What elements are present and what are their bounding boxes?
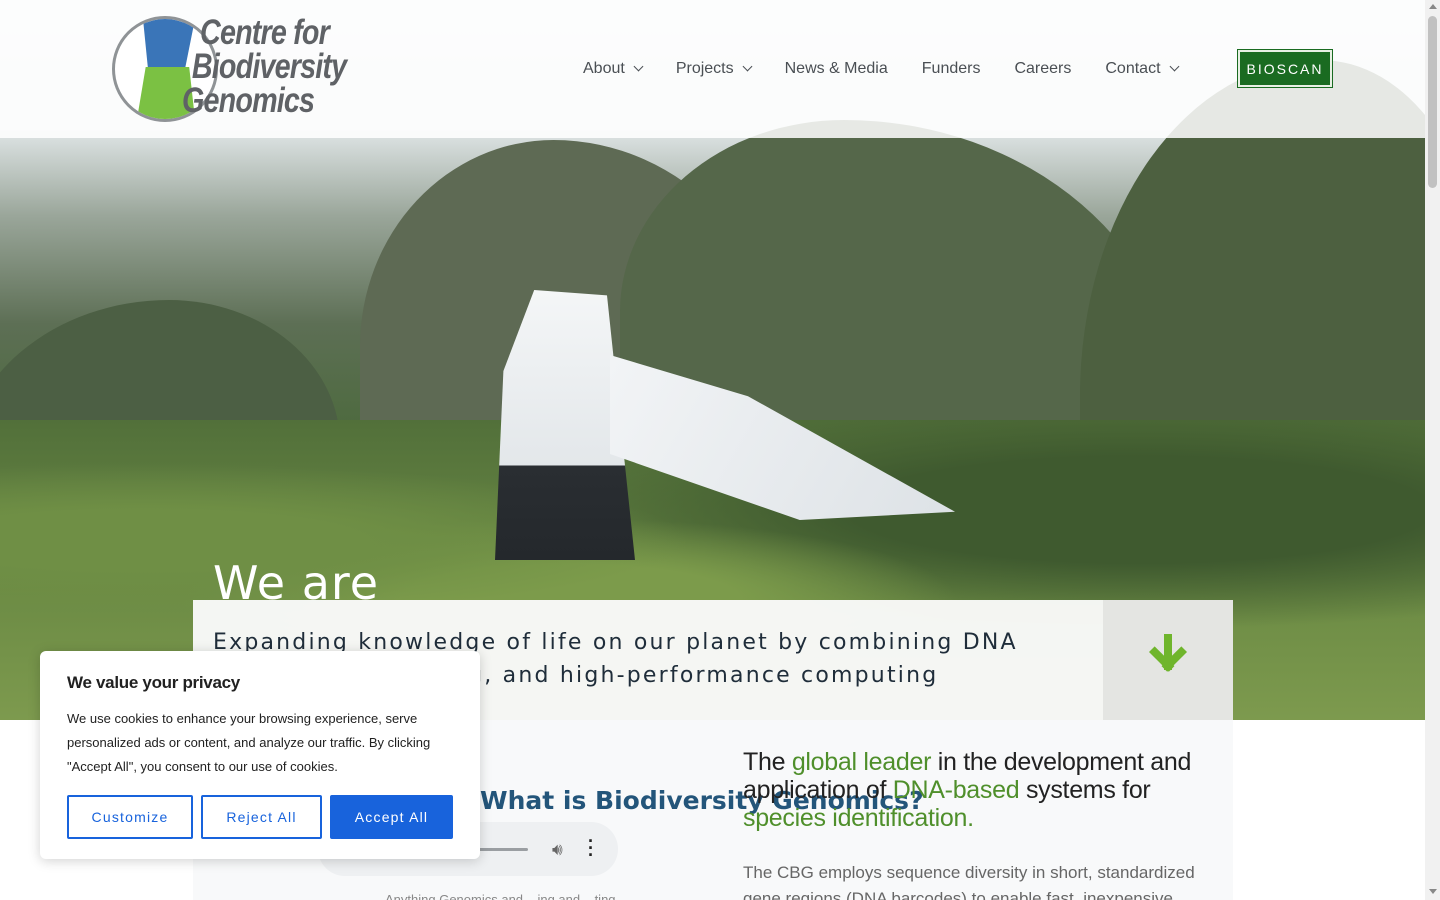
- scroll-up-icon[interactable]: [1429, 4, 1437, 9]
- chevron-down-icon: [742, 61, 753, 72]
- scroll-down-button[interactable]: [1103, 600, 1233, 720]
- volume-icon[interactable]: 🔊︎: [552, 840, 563, 860]
- scroll-down-icon[interactable]: [1429, 889, 1437, 894]
- nav-item-contact[interactable]: Contact: [1105, 58, 1179, 80]
- bioscan-button[interactable]: BIOSCAN: [1238, 50, 1332, 87]
- chevron-down-icon: [1169, 61, 1179, 72]
- logo-text: Centre for Biodiversity Genomics: [182, 13, 347, 120]
- body-paragraph: The CBG employs sequence diversity in sh…: [743, 863, 1195, 900]
- site-logo[interactable]: Centre for Biodiversity Genomics: [112, 13, 372, 124]
- more-vertical-icon[interactable]: · · ·: [588, 832, 594, 864]
- chevron-down-icon: [633, 61, 644, 72]
- transcript-snippet: Anything Genomics and ...ing and ...ting…: [385, 892, 630, 900]
- cookie-consent-banner: We value your privacy We use cookies to …: [40, 651, 480, 859]
- nav-item-about[interactable]: About: [583, 58, 644, 80]
- reject-all-button[interactable]: Reject All: [201, 795, 322, 839]
- cookie-title: We value your privacy: [67, 673, 240, 692]
- arrow-down-icon: [1147, 634, 1189, 678]
- accept-all-button[interactable]: Accept All: [330, 795, 453, 839]
- cookie-description: We use cookies to enhance your browsing …: [67, 711, 431, 774]
- site-header: Centre for Biodiversity Genomics About P…: [0, 0, 1425, 138]
- lead-statement: The global leader in the development and…: [743, 748, 1192, 832]
- nav-item-funders[interactable]: Funders: [922, 58, 981, 80]
- nav-item-news-media[interactable]: News & Media: [785, 58, 888, 80]
- nav-item-projects[interactable]: Projects: [676, 58, 753, 80]
- scroll-thumb[interactable]: [1428, 16, 1437, 188]
- nav-item-careers[interactable]: Careers: [1014, 58, 1071, 80]
- customize-button[interactable]: Customize: [67, 795, 193, 839]
- page-scrollbar[interactable]: [1425, 0, 1440, 900]
- main-nav: About Projects News & Media Funders Care…: [583, 58, 1212, 80]
- hero-heading: We are: [213, 556, 380, 600]
